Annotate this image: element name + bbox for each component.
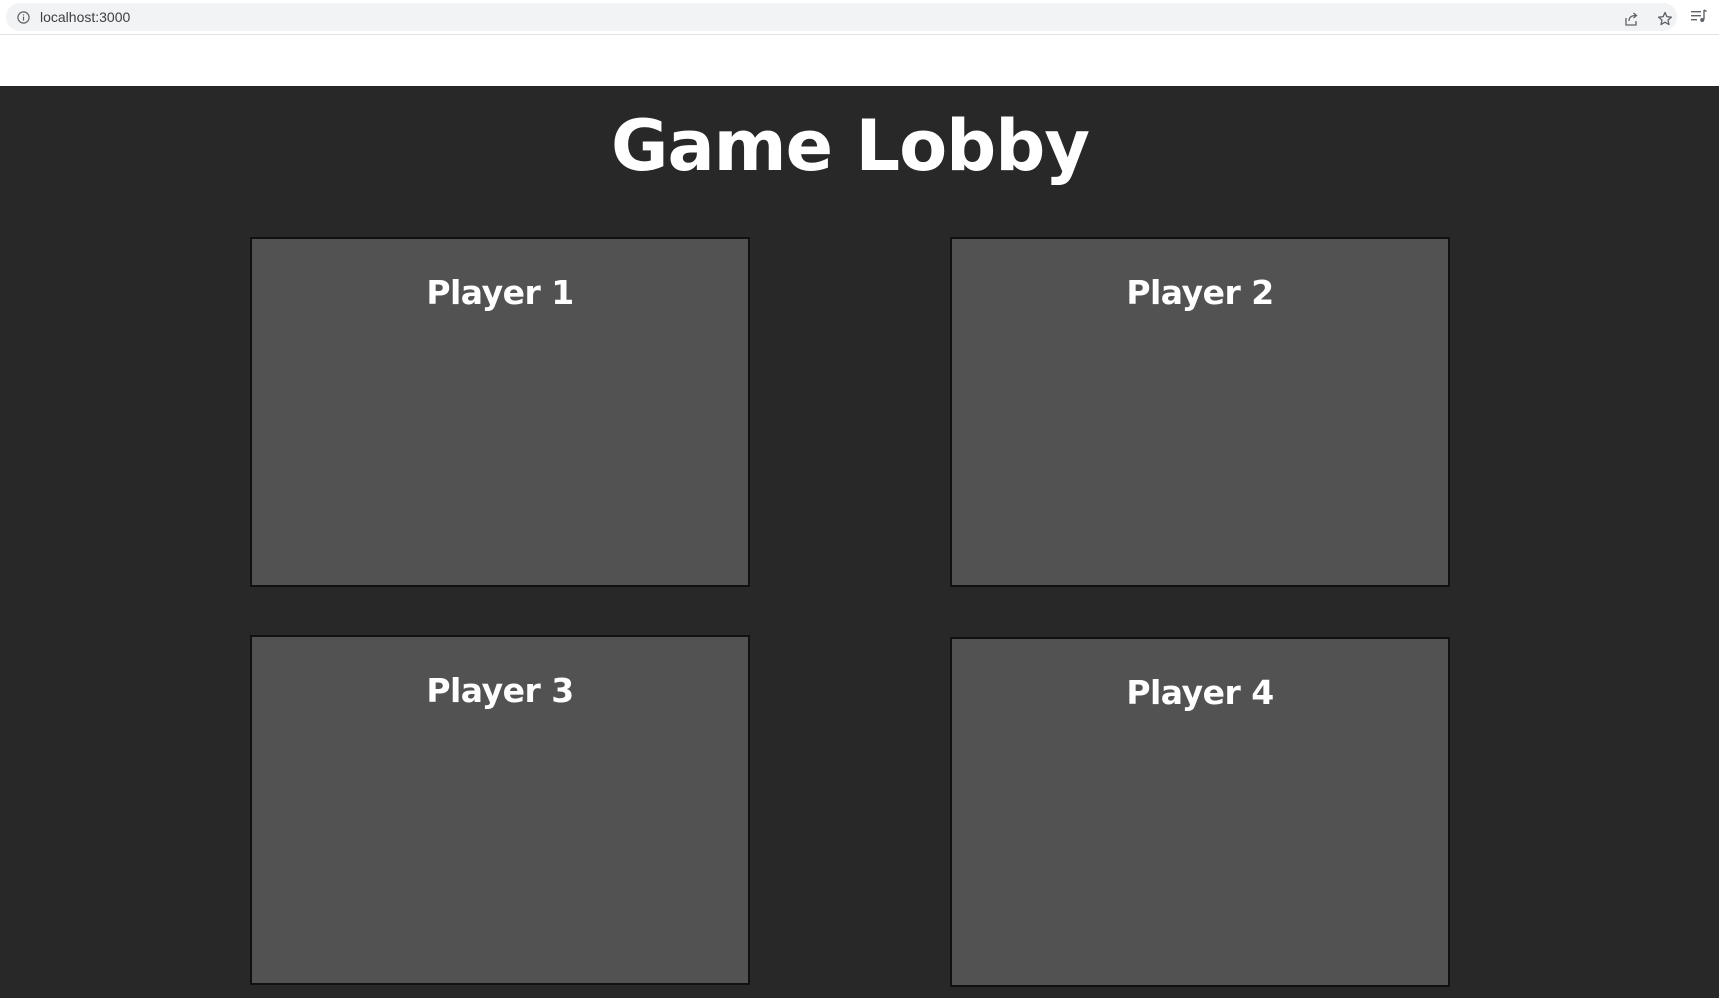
browser-toolbar: localhost:3000 [0, 0, 1719, 35]
page-title: Game Lobby [610, 105, 1090, 187]
media-control-icon[interactable] [1690, 9, 1707, 24]
info-icon[interactable] [17, 11, 30, 24]
player-slot-4[interactable]: Player 4 [950, 637, 1450, 987]
share-icon[interactable] [1623, 11, 1639, 27]
page-top-gap [0, 35, 1719, 86]
player-slot-1[interactable]: Player 1 [250, 237, 750, 587]
player-slot-label: Player 2 [1126, 273, 1274, 312]
player-slot-2[interactable]: Player 2 [950, 237, 1450, 587]
player-slot-label: Player 1 [426, 273, 574, 312]
player-slot-label: Player 3 [426, 671, 574, 710]
player-slot-3[interactable]: Player 3 [250, 635, 750, 985]
star-icon[interactable] [1657, 11, 1673, 27]
lobby-page: Game Lobby Player 1 Player 2 Player 3 Pl… [0, 86, 1719, 998]
player-slot-label: Player 4 [1126, 673, 1274, 712]
url-text[interactable]: localhost:3000 [40, 9, 130, 25]
address-bar[interactable]: localhost:3000 [6, 3, 1677, 31]
